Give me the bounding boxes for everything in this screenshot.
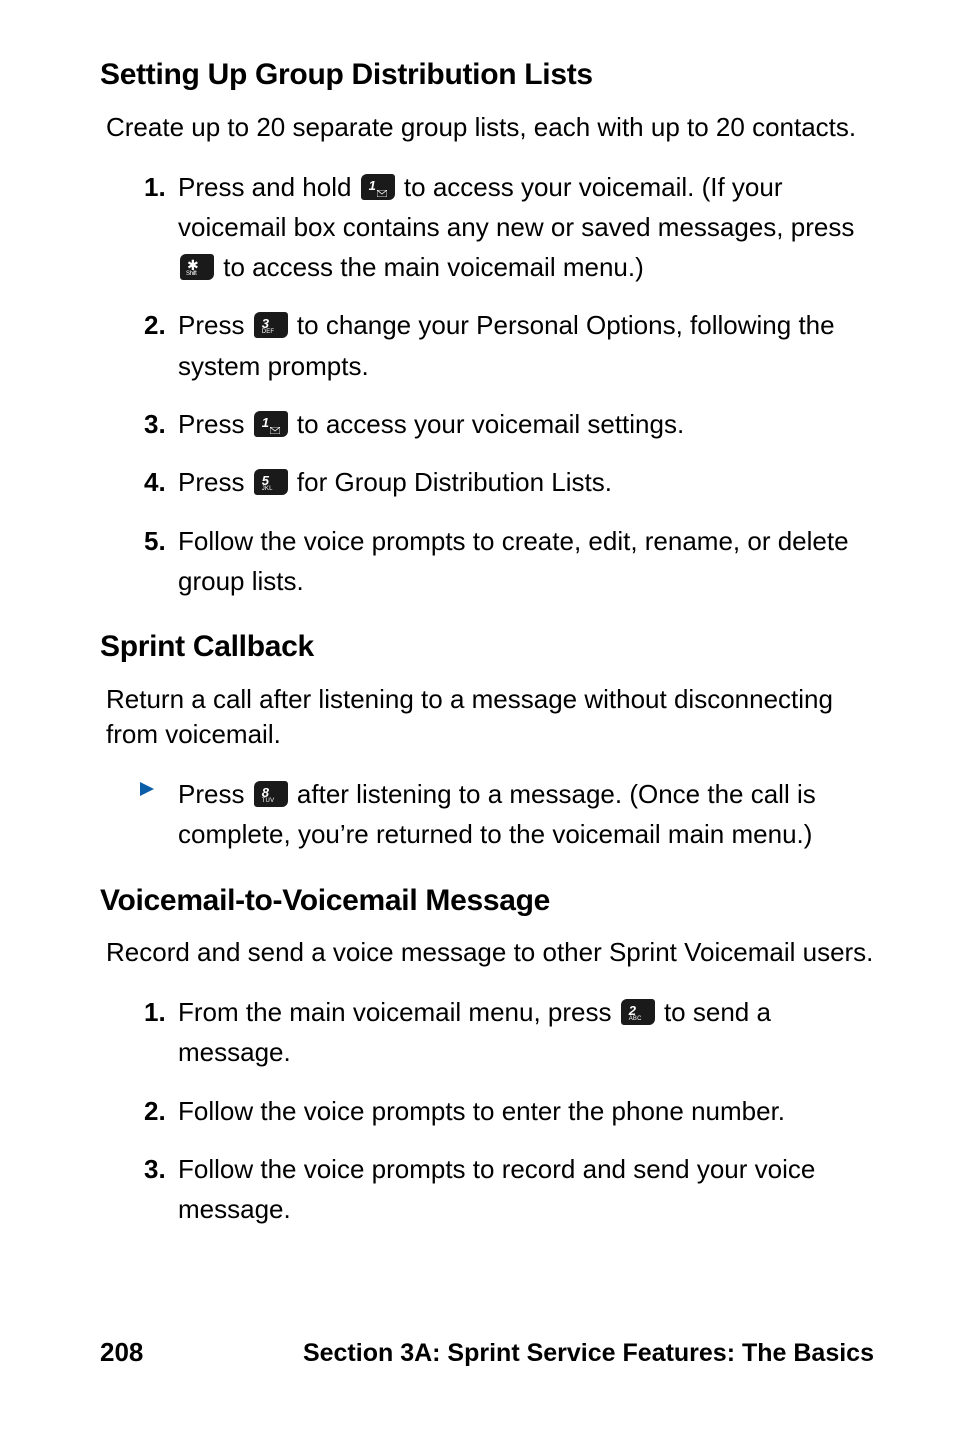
step-text: for Group Distribution Lists. <box>297 467 612 497</box>
page-footer: 208 Section 3A: Sprint Service Features:… <box>0 1335 954 1371</box>
step-number: 4. <box>144 462 166 502</box>
step-text: Follow the voice prompts to record and s… <box>178 1154 815 1224</box>
step-2: 2. Follow the voice prompts to enter the… <box>144 1091 874 1131</box>
step-1: 1. From the main voicemail menu, press 2… <box>144 992 874 1073</box>
intro-sprint-callback: Return a call after listening to a messa… <box>100 682 874 752</box>
envelope-icon <box>270 427 280 434</box>
step-3: 3. Follow the voice prompts to record an… <box>144 1149 874 1230</box>
heading-vm-to-vm: Voicemail-to-Voicemail Message <box>100 881 874 922</box>
step-text: Press <box>178 467 252 497</box>
step-number: 1. <box>144 992 166 1032</box>
step-text: Follow the voice prompts to enter the ph… <box>178 1096 785 1126</box>
key-1-icon: 1 <box>254 411 288 437</box>
step-number: 3. <box>144 404 166 444</box>
step-number: 3. <box>144 1149 166 1189</box>
section-title: Section 3A: Sprint Service Features: The… <box>303 1337 874 1371</box>
intro-group-lists: Create up to 20 separate group lists, ea… <box>100 110 874 145</box>
key-1-icon: 1 <box>361 174 395 200</box>
step-text: to access the main voicemail menu.) <box>223 252 644 282</box>
steps-vm-to-vm: 1. From the main voicemail menu, press 2… <box>100 992 874 1229</box>
key-5-icon: 5JKL <box>254 469 288 495</box>
step-1: 1. Press and hold 1 to access your voice… <box>144 167 874 288</box>
step-text: From the main voicemail menu, press <box>178 997 619 1027</box>
step-number: 2. <box>144 1091 166 1131</box>
step-text: to access your voicemail settings. <box>297 409 684 439</box>
heading-sprint-callback: Sprint Callback <box>100 627 874 668</box>
key-3-icon: 3DEF <box>254 312 288 338</box>
arrow-icon <box>140 782 154 796</box>
step-text: Press <box>178 409 252 439</box>
step-text: Press <box>178 310 252 340</box>
heading-group-lists: Setting Up Group Distribution Lists <box>100 55 874 96</box>
bullet-text: Press <box>178 779 252 809</box>
envelope-icon <box>377 190 387 197</box>
bullet-sprint-callback: Press 8TUV after listening to a message.… <box>100 774 874 855</box>
step-number: 1. <box>144 167 166 207</box>
key-2-icon: 2ABC <box>621 999 655 1025</box>
step-text-period: . <box>284 1037 291 1067</box>
key-star-icon <box>180 254 214 280</box>
step-number: 5. <box>144 521 166 561</box>
step-3: 3. Press 1 to access your voicemail sett… <box>144 404 874 444</box>
step-text: Press and hold <box>178 172 359 202</box>
intro-vm-to-vm: Record and send a voice message to other… <box>100 935 874 970</box>
key-8-icon: 8TUV <box>254 781 288 807</box>
page-number: 208 <box>100 1335 143 1370</box>
step-5: 5. Follow the voice prompts to create, e… <box>144 521 874 602</box>
step-2: 2. Press 3DEF to change your Personal Op… <box>144 305 874 386</box>
step-number: 2. <box>144 305 166 345</box>
steps-group-lists: 1. Press and hold 1 to access your voice… <box>100 167 874 602</box>
step-4: 4. Press 5JKL for Group Distribution Lis… <box>144 462 874 502</box>
step-text: Follow the voice prompts to create, edit… <box>178 526 849 596</box>
list-item: Press 8TUV after listening to a message.… <box>144 774 874 855</box>
